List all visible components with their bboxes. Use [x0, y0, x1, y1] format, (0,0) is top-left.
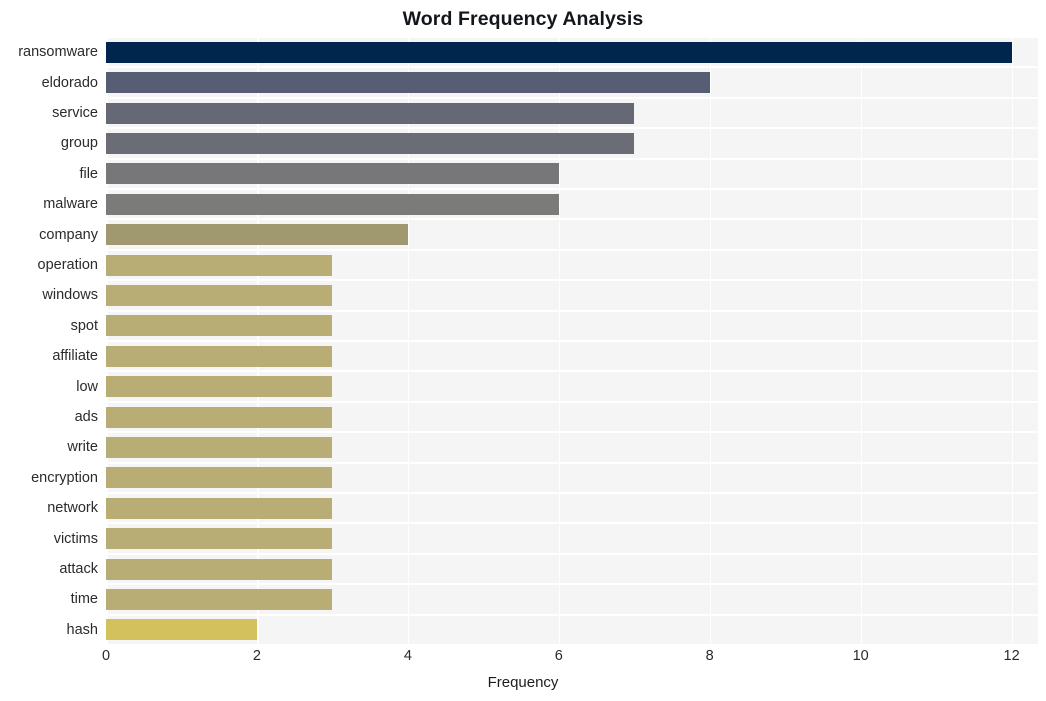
y-tick-victims: victims — [53, 530, 98, 547]
x-tick-4: 4 — [403, 648, 412, 664]
y-tick-operation: operation — [37, 257, 98, 273]
y-tick-ransomware: ransomware — [18, 44, 98, 61]
y-tick-malware: malware — [43, 196, 98, 213]
x-tick-12: 12 — [1003, 648, 1020, 664]
y-tick-service: service — [52, 105, 98, 121]
y-axis-tick-labels: ransomware eldorado service group file malwar… — [0, 37, 1046, 645]
y-tick-file: file — [79, 165, 98, 182]
x-tick-10: 10 — [852, 648, 869, 664]
y-tick-time: time — [70, 591, 98, 608]
y-tick-affiliate: affiliate — [52, 348, 98, 365]
y-tick-company: company — [39, 226, 98, 243]
x-axis-title: Frequency — [487, 674, 559, 691]
x-tick-8: 8 — [705, 648, 714, 664]
x-axis-tick-labels: 0 2 4 6 8 10 12 — [0, 648, 1046, 670]
y-tick-spot: spot — [70, 317, 98, 334]
y-tick-ads: ads — [74, 409, 98, 425]
y-tick-attack: attack — [59, 561, 98, 577]
x-tick-6: 6 — [554, 648, 563, 664]
x-tick-0: 0 — [101, 648, 111, 664]
y-tick-network: network — [47, 500, 98, 517]
y-tick-encryption: encryption — [31, 469, 98, 486]
x-tick-2: 2 — [252, 648, 261, 664]
y-tick-windows: windows — [42, 287, 98, 304]
y-tick-eldorado: eldorado — [41, 74, 98, 91]
word-frequency-chart-figure: Word Frequency Analysis ransomware eldora… — [0, 0, 1046, 701]
chart-title: Word Frequency Analysis — [402, 8, 644, 30]
y-tick-low: low — [76, 378, 98, 395]
y-tick-group: group — [60, 135, 98, 152]
y-tick-write: write — [67, 439, 98, 456]
y-tick-hash: hash — [66, 621, 98, 638]
